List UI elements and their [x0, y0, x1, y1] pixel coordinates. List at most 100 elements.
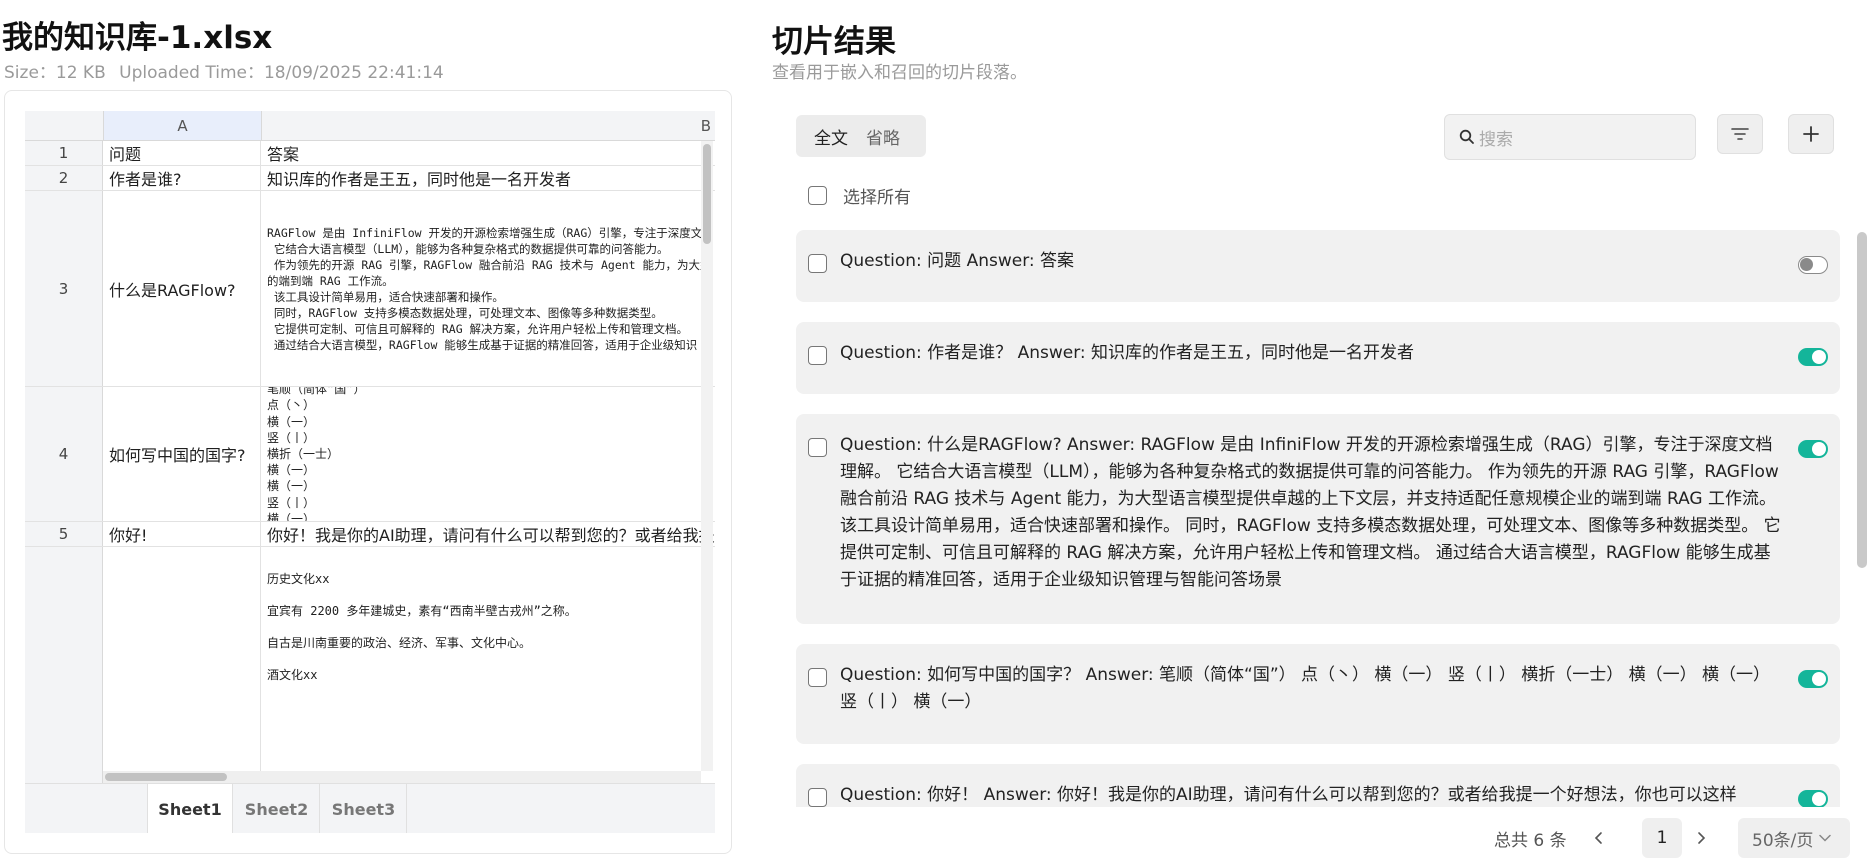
row-number[interactable]: 1	[25, 141, 103, 165]
sheet-tab-2[interactable]: Sheet2	[234, 784, 320, 833]
search-input[interactable]: 搜索	[1444, 114, 1696, 160]
row-number[interactable]: 5	[25, 522, 103, 546]
cell-line: 横（一）	[267, 414, 316, 429]
row-number[interactable]: 4	[25, 387, 103, 521]
add-chunk-button[interactable]	[1788, 114, 1834, 154]
cell-line: 历史文化xx	[267, 572, 330, 586]
cell-answer[interactable]: 知识库的作者是王五，同时他是一名开发者	[261, 166, 715, 190]
plus-icon	[1803, 126, 1819, 142]
cell-line: 同时，RAGFlow 支持多模态数据处理，可处理文本、图像等多种数据类型。	[267, 305, 663, 320]
search-placeholder: 搜索	[1479, 129, 1513, 150]
horizontal-scrollbar[interactable]	[103, 771, 701, 783]
cell-line: 通过结合大语言模型，RAGFlow 能够生成基于证据的精准回答，适用于企业级知识	[267, 337, 698, 352]
select-all[interactable]: 选择所有	[808, 183, 911, 208]
chunks-title: 切片结果	[772, 24, 896, 60]
sheet-tab-3[interactable]: Sheet3	[321, 784, 407, 833]
pagination-page-current[interactable]: 1	[1642, 818, 1682, 858]
chunk-checkbox[interactable]	[808, 346, 827, 365]
row-number[interactable]: 3	[25, 191, 103, 386]
pagination-total: 总共 6 条	[1494, 830, 1567, 851]
chunk-checkbox[interactable]	[808, 254, 827, 273]
select-all-checkbox[interactable]	[808, 186, 827, 205]
chunk-text: Question: 什么是RAGFlow? Answer: RAGFlow 是由…	[840, 435, 1781, 590]
table-row: 5 你好! 你好！我是你的AI助理，请问有什么可以帮到您的？或者给我提一个好想法	[25, 522, 715, 547]
cell-line: 横折（一士）	[267, 446, 340, 461]
page-size-value: 50条/页	[1752, 830, 1814, 851]
chunk-card[interactable]: Question: 作者是谁？ Answer: 知识库的作者是王五，同时他是一名…	[796, 322, 1840, 394]
chunk-enable-toggle[interactable]	[1798, 670, 1828, 688]
cell-question[interactable]: 问题	[103, 141, 261, 165]
cell-line: 的端到端 RAG 工作流。	[267, 273, 394, 288]
file-uploaded-time: Uploaded Time：18/09/2025 22:41:14	[119, 63, 444, 83]
chunk-checkbox[interactable]	[808, 668, 827, 687]
file-size: Size：12 KB	[4, 63, 106, 83]
cell-answer[interactable]: RAGFlow 是由 InfiniFlow 开发的开源检索增强生成（RAG）引擎…	[261, 191, 715, 386]
cell-line: 该工具设计简单易用，适合快速部署和操作。	[267, 289, 504, 304]
cell-question[interactable]: 你好!	[103, 522, 261, 546]
select-all-label: 选择所有	[843, 188, 911, 208]
cell-line: 横（一）	[267, 463, 316, 478]
cell-question[interactable]: 如何写中国的国字?	[103, 387, 261, 521]
chunk-checkbox[interactable]	[808, 788, 827, 807]
cell-answer[interactable]: 答案	[261, 141, 715, 165]
table-row: 2 作者是谁? 知识库的作者是王五，同时他是一名开发者	[25, 166, 715, 191]
chunks-subtitle: 查看用于嵌入和召回的切片段落。	[772, 63, 1027, 83]
chunk-results-panel: 切片结果 查看用于嵌入和召回的切片段落。 全文 省略 搜索 选择所有 Quest…	[772, 0, 1870, 866]
filter-button[interactable]	[1717, 114, 1763, 154]
file-title: 我的知识库-1.xlsx	[2, 20, 273, 56]
chunk-card[interactable]: Question: 你好！ Answer: 你好！我是你的AI助理，请问有什么可…	[796, 764, 1840, 807]
search-icon	[1459, 129, 1474, 144]
cell-line: 竖（丨）	[267, 495, 316, 510]
chunk-enable-toggle[interactable]	[1798, 790, 1828, 807]
table-row: 历史文化xx 宜宾有 2200 多年建城史，素有“西南半壁古戎州”之称。 自古是…	[25, 547, 715, 783]
chunk-enable-toggle[interactable]	[1798, 348, 1828, 366]
file-meta: Size：12 KB Uploaded Time：18/09/2025 22:4…	[4, 58, 444, 83]
cell-line: 竖（丨）	[267, 430, 316, 445]
sheet-tab-1[interactable]: Sheet1	[147, 784, 233, 833]
horizontal-scroll-thumb[interactable]	[105, 773, 227, 781]
vertical-scrollbar[interactable]	[701, 141, 713, 771]
chunk-card[interactable]: Question: 问题 Answer: 答案	[796, 230, 1840, 302]
chunk-checkbox[interactable]	[808, 438, 827, 457]
pagination-prev-button[interactable]	[1594, 818, 1604, 858]
chevron-down-icon	[1819, 834, 1832, 842]
cell-line: 酒文化xx	[267, 668, 318, 682]
table-row: 4 如何写中国的国字? 笔顺（简体“国”） 点（丶） 横（一） 竖（丨） 横折（…	[25, 387, 715, 522]
view-mode-toggle: 全文 省略	[796, 115, 926, 157]
cell-line: 笔顺（简体“国”）	[267, 387, 366, 397]
cell-question[interactable]	[103, 547, 261, 783]
chunk-list[interactable]: Question: 问题 Answer: 答案 Question: 作者是谁？ …	[796, 230, 1840, 807]
cell-line: 横（一）	[267, 511, 316, 521]
chunk-enable-toggle[interactable]	[1798, 256, 1828, 274]
view-brief-option[interactable]: 省略	[866, 124, 900, 149]
cell-question[interactable]: 作者是谁?	[103, 166, 261, 190]
cell-answer[interactable]: 你好！我是你的AI助理，请问有什么可以帮到您的？或者给我提一个好想法	[261, 522, 715, 546]
row-number[interactable]: 2	[25, 166, 103, 190]
corner-header[interactable]	[25, 111, 103, 141]
chunk-card[interactable]: Question: 如何写中国的国字？ Answer: 笔顺（简体“国”） 点（…	[796, 644, 1840, 744]
cell-answer[interactable]: 笔顺（简体“国”） 点（丶） 横（一） 竖（丨） 横折（一士） 横（一） 横（一…	[261, 387, 715, 521]
cell-line: 自古是川南重要的政治、经济、军事、文化中心。	[267, 636, 532, 650]
cell-line: RAGFlow 是由 InfiniFlow 开发的开源检索增强生成（RAG）引擎…	[267, 225, 714, 240]
cell-line: 横（一）	[267, 479, 316, 494]
row-number[interactable]	[25, 547, 103, 783]
chunk-text: Question: 如何写中国的国字？ Answer: 笔顺（简体“国”） 点（…	[840, 665, 1771, 712]
cell-line: 宜宾有 2200 多年建城史，素有“西南半壁古戎州”之称。	[267, 604, 577, 618]
chunk-enable-toggle[interactable]	[1798, 440, 1828, 458]
pagination-next-button[interactable]	[1696, 818, 1706, 858]
column-header-a[interactable]: A	[103, 111, 261, 141]
chunk-list-scroll-thumb[interactable]	[1857, 232, 1867, 568]
cell-line: 作为领先的开源 RAG 引擎，RAGFlow 融合前沿 RAG 技术与 Agen…	[267, 257, 712, 272]
vertical-scroll-thumb[interactable]	[703, 144, 711, 244]
chunk-card[interactable]: Question: 什么是RAGFlow? Answer: RAGFlow 是由…	[796, 414, 1840, 624]
page-size-select[interactable]: 50条/页	[1738, 818, 1850, 858]
cell-answer[interactable]: 历史文化xx 宜宾有 2200 多年建城史，素有“西南半壁古戎州”之称。 自古是…	[261, 547, 715, 783]
chunk-list-scrollbar[interactable]	[1856, 230, 1868, 807]
cell-question[interactable]: 什么是RAGFlow?	[103, 191, 261, 386]
chevron-right-icon	[1698, 832, 1706, 844]
spreadsheet-viewer[interactable]: A B 1 问题 答案 2 作者是谁? 知识库的作者是王五，同时他是一名开发者 …	[25, 111, 715, 833]
chevron-left-icon	[1594, 832, 1602, 844]
sheet-tabs-bar: Sheet1 Sheet2 Sheet3	[25, 783, 715, 833]
view-full-option[interactable]: 全文	[814, 124, 848, 149]
column-header-b[interactable]: B	[261, 111, 715, 141]
